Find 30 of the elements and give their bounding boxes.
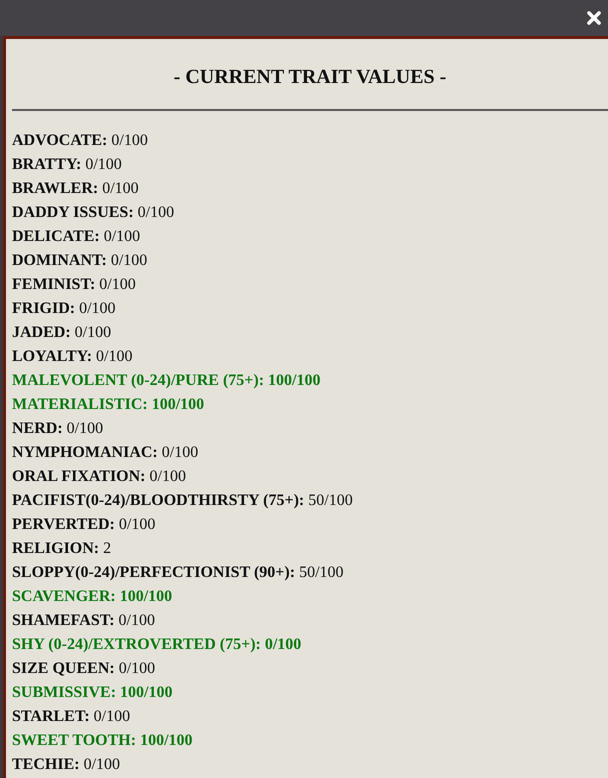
trait-row-text: RELIGION: 2 [12,539,112,559]
trait-row-text: BRATTY: 0/100 [12,155,122,175]
trait-row-text: DOMINANT: 0/100 [12,251,148,271]
trait-row-text: SCAVENGER: 100/100 [12,587,172,607]
trait-row-text: BRAWLER: 0/100 [12,179,139,199]
trait-row-text: MALEVOLENT (0-24)/PURE (75+): 100/100 [12,371,320,391]
trait-row-text: FEMINIST: 0/100 [12,275,136,295]
trait-row-text: SLOPPY(0-24)/PERFECTIONIST (90+): 50/100 [12,563,344,583]
trait-row-text: SHY (0-24)/EXTROVERTED (75+): 0/100 [12,635,302,655]
trait-row-text: JADED: 0/100 [12,323,112,343]
trait-row-text: LOYALTY: 0/100 [12,347,132,367]
trait-row-text: FRIGID: 0/100 [12,299,116,319]
dialog-title: - CURRENT TRAIT VALUES - [172,65,448,90]
trait-row-text: ADVOCATE: 0/100 [12,131,148,151]
trait-row-text: DADDY ISSUES: 0/100 [12,203,174,223]
close-button[interactable] [586,10,602,26]
close-icon [586,10,602,26]
trait-row-text: PACIFIST(0-24)/BLOODTHIRSTY (75+): 50/100 [12,491,353,511]
trait-row-text: STARLET: 0/100 [12,707,130,727]
trait-row-text: MATERIALISTIC: 100/100 [12,395,204,415]
trait-row-text: DELICATE: 0/100 [12,227,140,247]
trait-row-text: NYMPHOMANIAC: 0/100 [12,443,198,463]
trait-row-text: SIZE QUEEN: 0/100 [12,659,156,679]
trait-row-text: SUBMISSIVE: 100/100 [12,683,172,703]
trait-row-text: NERD: 0/100 [12,419,104,439]
trait-row-text: ORAL FIXATION: 0/100 [12,467,186,487]
trait-row-text: PERVERTED: 0/100 [12,515,156,535]
trait-row-text: SWEET TOOTH: 100/100 [12,731,193,751]
trait-row-text: SHAMEFAST: 0/100 [12,611,155,631]
trait-row-text: TECHIE: 0/100 [12,755,120,775]
